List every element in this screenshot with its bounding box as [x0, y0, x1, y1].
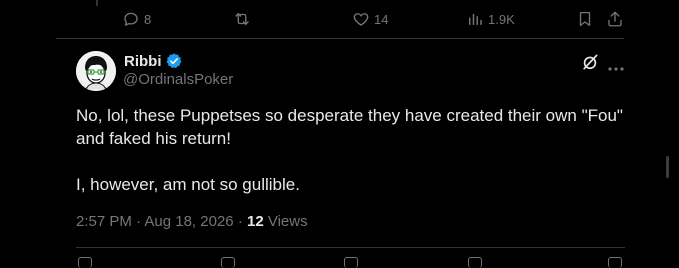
- bookmark-icon[interactable]: [468, 257, 482, 268]
- grok-icon: [583, 54, 598, 70]
- reply-icon: [124, 12, 138, 27]
- tweet-text-paragraph: I, however, am not so gullible.: [76, 175, 300, 194]
- display-name: Ribbi: [124, 52, 162, 70]
- tweet-metadata: 2:57 PM · Aug 18, 2026 · 12 Views: [76, 213, 308, 230]
- scrollbar[interactable]: [666, 156, 669, 178]
- display-name-link[interactable]: Ribbi: [124, 52, 183, 70]
- verified-badge-icon: [166, 53, 181, 69]
- repost-button[interactable]: [232, 9, 256, 29]
- heart-icon: [353, 13, 369, 26]
- tweet-text-paragraph: No, lol, these Puppetses so desperate th…: [76, 106, 623, 148]
- repost-icon: [235, 13, 249, 25]
- heart-icon[interactable]: [344, 257, 358, 268]
- reply-button[interactable]: 8: [122, 9, 151, 29]
- separator: [56, 38, 624, 39]
- repost-icon[interactable]: [221, 257, 235, 268]
- reply-icon[interactable]: [78, 257, 92, 268]
- bookmark-icon: [579, 11, 591, 27]
- analytics-icon: [469, 13, 482, 25]
- share-button[interactable]: [606, 9, 624, 29]
- meta-separator: ·: [237, 213, 243, 230]
- reply-count: 8: [144, 11, 152, 27]
- meta-separator: ·: [136, 213, 142, 230]
- previous-tweet-action-bar: 8 14 1.9K: [122, 9, 628, 29]
- thread-connector-line: [96, 0, 98, 6]
- tweet-time[interactable]: 2:57 PM: [76, 213, 132, 230]
- share-icon[interactable]: [608, 257, 622, 268]
- views-button[interactable]: 1.9K: [466, 9, 515, 29]
- views-count-previous: 1.9K: [488, 11, 515, 27]
- more-icon: [608, 67, 624, 71]
- like-count: 14: [374, 11, 389, 27]
- tweet-text: No, lol, these Puppetses so desperate th…: [76, 104, 636, 196]
- tweet-action-bar: [76, 257, 626, 268]
- share-icon: [608, 11, 622, 27]
- user-handle[interactable]: @OrdinalsPoker: [123, 71, 233, 88]
- views-count: 12: [246, 213, 264, 230]
- avatar[interactable]: [76, 51, 116, 91]
- more-options-button[interactable]: [607, 59, 625, 77]
- avatar-illustration: [76, 51, 116, 91]
- like-button[interactable]: 14: [352, 9, 388, 29]
- grok-button[interactable]: [580, 52, 600, 77]
- tweet-date[interactable]: Aug 18, 2026: [144, 213, 233, 230]
- views-label: Views: [267, 213, 308, 230]
- separator: [76, 247, 625, 248]
- bookmark-button[interactable]: [576, 9, 594, 29]
